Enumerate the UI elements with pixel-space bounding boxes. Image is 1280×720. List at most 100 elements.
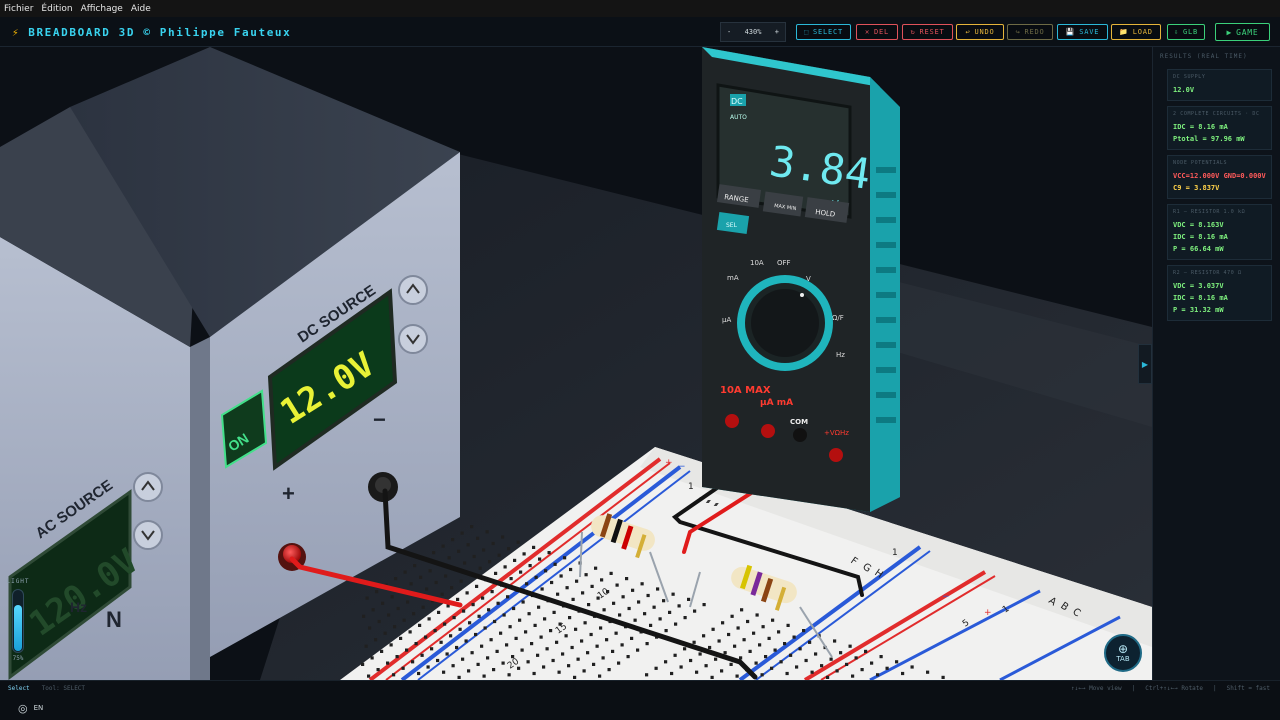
breadboard-hole[interactable] xyxy=(463,561,467,565)
load-button[interactable]: 📁 LOAD xyxy=(1111,24,1161,40)
breadboard-hole[interactable] xyxy=(829,657,833,661)
breadboard-hole[interactable] xyxy=(564,634,568,638)
breadboard-hole[interactable] xyxy=(598,674,602,678)
breadboard-hole[interactable] xyxy=(646,593,650,598)
breadboard-hole[interactable] xyxy=(528,564,532,568)
breadboard-hole[interactable] xyxy=(532,671,536,676)
breadboard-hole[interactable] xyxy=(542,665,546,669)
breadboard-hole[interactable] xyxy=(444,574,448,578)
breadboard-hole[interactable] xyxy=(427,617,431,621)
breadboard-hole[interactable] xyxy=(615,583,619,587)
breadboard-hole[interactable] xyxy=(414,642,418,646)
breadboard-hole[interactable] xyxy=(879,655,883,659)
breadboard-hole[interactable] xyxy=(403,570,407,574)
breadboard-hole[interactable] xyxy=(459,579,463,583)
breadboard-hole[interactable] xyxy=(574,627,578,631)
breadboard-hole[interactable] xyxy=(742,638,746,642)
breadboard-hole[interactable] xyxy=(584,573,588,577)
ac-up-button[interactable] xyxy=(133,472,163,502)
breadboard-hole[interactable] xyxy=(746,619,750,624)
breadboard-hole[interactable] xyxy=(640,582,644,586)
breadboard-hole[interactable] xyxy=(761,625,765,629)
breadboard-hole[interactable] xyxy=(476,536,480,540)
breadboard-hole[interactable] xyxy=(710,675,714,679)
breadboard-hole[interactable] xyxy=(371,608,375,612)
menu-affichage[interactable]: Affichage xyxy=(77,4,127,14)
breadboard-hole[interactable] xyxy=(499,631,503,635)
breadboard-hole[interactable] xyxy=(532,545,536,549)
breadboard-hole[interactable] xyxy=(364,644,368,648)
breadboard-hole[interactable] xyxy=(425,587,429,591)
breadboard-hole[interactable] xyxy=(595,644,599,648)
breadboard-hole[interactable] xyxy=(399,636,403,640)
breadboard-hole[interactable] xyxy=(487,608,491,612)
breadboard-hole[interactable] xyxy=(406,600,410,604)
breadboard-hole[interactable] xyxy=(755,613,759,617)
breadboard-hole[interactable] xyxy=(441,544,445,548)
breadboard-hole[interactable] xyxy=(368,626,372,630)
breadboard-hole[interactable] xyxy=(771,618,775,622)
breadboard-hole[interactable] xyxy=(381,601,385,605)
breadboard-hole[interactable] xyxy=(625,577,629,581)
breadboard-hole[interactable] xyxy=(405,648,409,652)
breadboard-hole[interactable] xyxy=(845,662,849,666)
breadboard-hole[interactable] xyxy=(576,657,580,661)
breadboard-hole[interactable] xyxy=(581,591,585,595)
menu-edition[interactable]: Édition xyxy=(37,4,76,14)
breadboard-hole[interactable] xyxy=(530,642,534,646)
breadboard-hole[interactable] xyxy=(386,661,390,665)
breadboard-hole[interactable] xyxy=(727,632,731,637)
jack-v[interactable] xyxy=(829,448,843,462)
breadboard-hole[interactable] xyxy=(513,558,517,562)
breadboard-hole[interactable] xyxy=(370,656,374,660)
breadboard-hole[interactable] xyxy=(409,582,413,586)
breadboard-hole[interactable] xyxy=(424,635,428,639)
breadboard-hole[interactable] xyxy=(547,551,551,555)
breadboard-hole[interactable] xyxy=(565,586,569,590)
breadboard-hole[interactable] xyxy=(553,562,557,566)
breadboard-hole[interactable] xyxy=(612,601,616,605)
breadboard-hole[interactable] xyxy=(468,621,472,625)
breadboard-hole[interactable] xyxy=(538,557,542,561)
breadboard-hole[interactable] xyxy=(440,592,444,596)
breadboard-hole[interactable] xyxy=(733,644,737,648)
language-selector[interactable]: EN xyxy=(34,704,44,712)
breadboard-hole[interactable] xyxy=(489,638,493,642)
breadboard-hole[interactable] xyxy=(518,618,522,622)
breadboard-hole[interactable] xyxy=(466,543,470,547)
breadboard-hole[interactable] xyxy=(723,651,727,655)
breadboard-hole[interactable] xyxy=(408,630,412,634)
breadboard-hole[interactable] xyxy=(482,674,486,678)
breadboard-hole[interactable] xyxy=(833,639,837,643)
breadboard-hole[interactable] xyxy=(540,587,544,591)
breadboard-hole[interactable] xyxy=(571,597,575,601)
breadboard-hole[interactable] xyxy=(522,552,526,556)
breadboard-hole[interactable] xyxy=(848,644,852,648)
breadboard-hole[interactable] xyxy=(580,639,584,643)
breadboard-hole[interactable] xyxy=(445,652,449,656)
breadboard-hole[interactable] xyxy=(870,661,874,665)
breadboard-hole[interactable] xyxy=(428,569,432,573)
breadboard-hole[interactable] xyxy=(609,571,613,575)
breadboard-hole[interactable] xyxy=(450,586,454,590)
breadboard-hole[interactable] xyxy=(383,631,387,635)
breadboard-hole[interactable] xyxy=(664,629,668,633)
breadboard-hole[interactable] xyxy=(458,627,462,631)
breadboard-hole[interactable] xyxy=(575,579,579,583)
breadboard-hole[interactable] xyxy=(770,666,774,670)
breadboard-hole[interactable] xyxy=(361,662,365,666)
breadboard-hole[interactable] xyxy=(752,631,756,635)
breadboard-hole[interactable] xyxy=(467,669,471,673)
breadboard-hole[interactable] xyxy=(792,635,796,639)
breadboard-hole[interactable] xyxy=(483,626,487,630)
breadboard-hole[interactable] xyxy=(389,643,393,647)
breadboard-hole[interactable] xyxy=(501,535,505,539)
breadboard-hole[interactable] xyxy=(419,575,423,579)
breadboard-hole[interactable] xyxy=(683,647,687,651)
breadboard-hole[interactable] xyxy=(670,671,674,676)
breadboard-hole[interactable] xyxy=(507,547,511,551)
breadboard-hole[interactable] xyxy=(636,648,640,652)
breadboard-hole[interactable] xyxy=(486,656,490,660)
breadboard-hole[interactable] xyxy=(449,634,453,638)
breadboard-hole[interactable] xyxy=(501,661,505,665)
